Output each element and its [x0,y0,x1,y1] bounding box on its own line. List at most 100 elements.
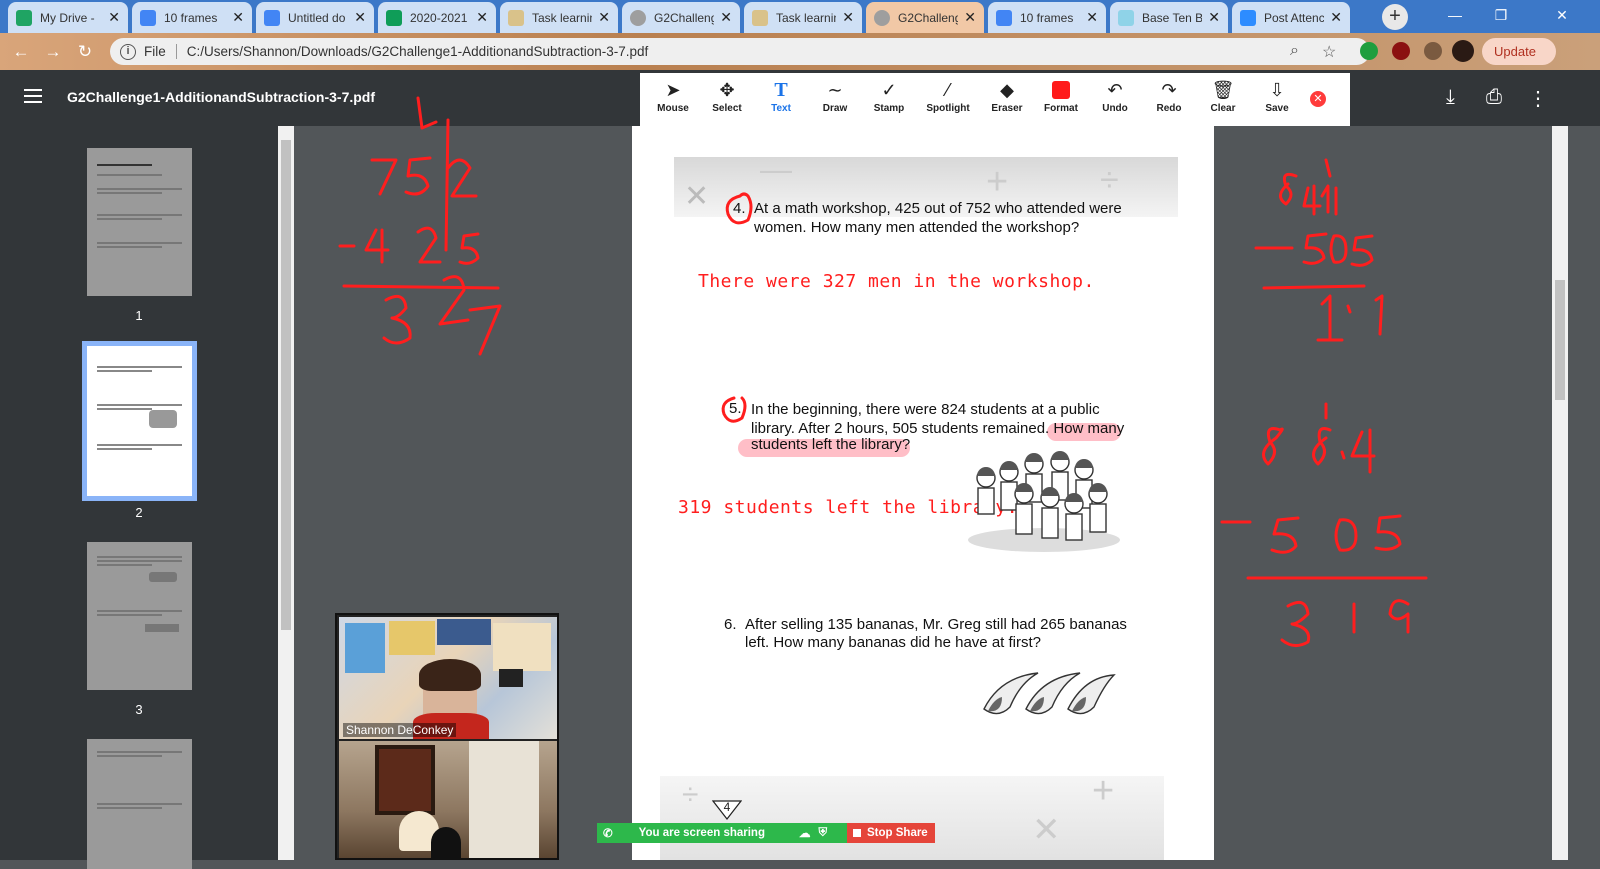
question-5-number: 5. [729,400,742,417]
address-bar: ← → ↻ i File C:/Users/Shannon/Downloads/… [0,33,1600,86]
globe-icon [874,9,890,26]
close-icon[interactable]: ✕ [598,9,610,26]
close-icon[interactable]: ✕ [476,9,488,26]
new-tab-button[interactable]: + [1382,4,1408,30]
ink-stroke [1316,294,1344,342]
info-icon[interactable]: i [120,43,136,60]
tab-base-ten[interactable]: Base Ten Bl ✕ [1110,2,1228,33]
tab-g2challenge-active[interactable]: G2Challeng ✕ [866,2,984,33]
tool-redo[interactable]: ↷ Redo [1142,73,1196,125]
restore-icon[interactable]: ❐ [1478,0,1524,30]
main-scrollbar[interactable] [1552,126,1568,860]
ink-stroke [1279,172,1298,206]
sheets-icon [386,9,402,26]
close-icon[interactable]: ✕ [108,9,120,26]
tab-task-learning-1[interactable]: Task learnin ✕ [500,2,618,33]
tool-select[interactable]: ✥ Select [700,73,754,125]
ink-stroke [446,158,478,198]
forward-icon[interactable]: → [42,41,64,63]
tab-sheets[interactable]: 2020-2021 ✕ [378,2,496,33]
update-button[interactable]: Update ⋮ [1482,38,1556,86]
color-swatch-icon [1052,81,1070,99]
back-icon[interactable]: ← [10,41,32,63]
tool-undo[interactable]: ↶ Undo [1088,73,1142,125]
bookmark-star-icon[interactable]: ☆ [1322,42,1336,62]
tool-draw[interactable]: ∼ Draw [808,73,862,125]
ink-stroke [468,304,502,356]
close-icon[interactable]: ✕ [1208,9,1220,26]
children-illustration [968,451,1120,552]
tool-stamp[interactable]: ✓ Stamp [862,73,916,125]
omnibox[interactable]: i File C:/Users/Shannon/Downloads/G2Chal… [110,38,1370,65]
participant-video-2[interactable] [339,741,557,858]
thumbnail-number: 3 [135,702,143,717]
tab-g2challenge-1[interactable]: G2Challeng ✕ [622,2,740,33]
tool-label: Save [1265,103,1289,114]
reload-icon[interactable]: ↻ [74,41,96,63]
question-6-line-2: left. How many bananas did he have at fi… [745,634,1042,651]
ublock-icon[interactable] [1392,42,1410,60]
tool-text[interactable]: T Text [754,73,808,125]
sharing-status[interactable]: ✆ You are screen sharing ☁ ⛨ [597,823,847,843]
tab-10-frames[interactable]: 10 frames ✕ [132,2,252,33]
trash-icon: 🗑 [1211,80,1235,100]
bananas-illustration [983,672,1116,715]
avatar[interactable] [1452,40,1474,62]
wand-icon: ⁄ [946,80,950,100]
tool-spotlight[interactable]: ⁄ Spotlight [916,73,980,125]
close-icon[interactable]: ✕ [1330,9,1342,26]
tool-clear[interactable]: 🗑 Clear [1196,73,1250,125]
participant-name: Shannon DeConkey [343,723,457,737]
video-panel[interactable]: Shannon DeConkey [335,613,559,860]
sidebar-scroll-thumb[interactable] [281,140,291,630]
close-icon[interactable]: ✕ [232,9,244,26]
close-toolbar-icon[interactable]: ✕ [1310,91,1326,107]
tab-untitled-doc[interactable]: Untitled do ✕ [256,2,374,33]
ink-stroke [342,284,500,290]
tab-post-attendance[interactable]: Post Attenc ✕ [1232,2,1350,33]
minimize-icon[interactable]: — [1432,0,1478,30]
close-icon[interactable]: ✕ [964,9,976,26]
stop-icon [853,829,861,837]
page-thumbnail-4[interactable] [87,739,192,869]
extension-icon[interactable] [1424,42,1442,60]
participant-video-1[interactable]: Shannon DeConkey [339,617,557,739]
tool-mouse[interactable]: ➤ Mouse [646,73,700,125]
cursor-icon: ➤ [665,80,681,100]
ink-stroke [382,294,412,345]
page-thumbnail-3[interactable] [87,542,192,690]
ink-stroke [1350,234,1374,267]
tab-task-learning-2[interactable]: Task learnin ✕ [744,2,862,33]
stop-share-button[interactable]: Stop Share [847,823,935,843]
extension-icon[interactable] [1360,42,1378,60]
tab-strip: My Drive - ✕ 10 frames ✕ Untitled do ✕ 2… [0,0,1600,33]
close-icon[interactable]: ✕ [842,9,854,26]
window-close-icon[interactable]: ✕ [1524,0,1600,30]
close-icon[interactable]: ✕ [1086,9,1098,26]
ink-stroke [1320,158,1338,216]
ink-stroke [364,228,390,264]
url-text[interactable]: C:/Users/Shannon/Downloads/G2Challenge1-… [187,44,649,59]
tool-save[interactable]: ⇩ Save [1250,73,1304,125]
tab-my-drive[interactable]: My Drive - ✕ [8,2,128,33]
page-thumbnail-1[interactable] [87,148,192,296]
cloud-icon: ☁ [798,828,811,840]
close-icon[interactable]: ✕ [354,9,366,26]
question-5-line-1: In the beginning, there were 824 student… [751,401,1100,418]
print-icon[interactable]: ⎙ [1486,86,1502,109]
tab-label: 10 frames [1020,10,1074,25]
tool-eraser[interactable]: ◆ Eraser [980,73,1034,125]
question-4-answer[interactable]: There were 327 men in the workshop. [698,271,1095,292]
tool-label: Clear [1210,103,1236,114]
tool-format[interactable]: Format [1034,73,1088,125]
menu-icon[interactable] [24,89,42,103]
drive-icon [16,9,32,26]
more-vert-icon[interactable]: ⋮ [1528,86,1548,111]
tab-10-frames-2[interactable]: 10 frames ✕ [988,2,1106,33]
close-icon[interactable]: ✕ [720,9,732,26]
thumbnail-number: 2 [135,505,143,520]
main-scroll-thumb[interactable] [1555,280,1565,400]
page-thumbnail-2[interactable] [82,341,197,501]
zoom-lens-icon[interactable]: ⌕ [1290,42,1299,60]
download-icon[interactable]: ⤓ [1446,86,1455,109]
